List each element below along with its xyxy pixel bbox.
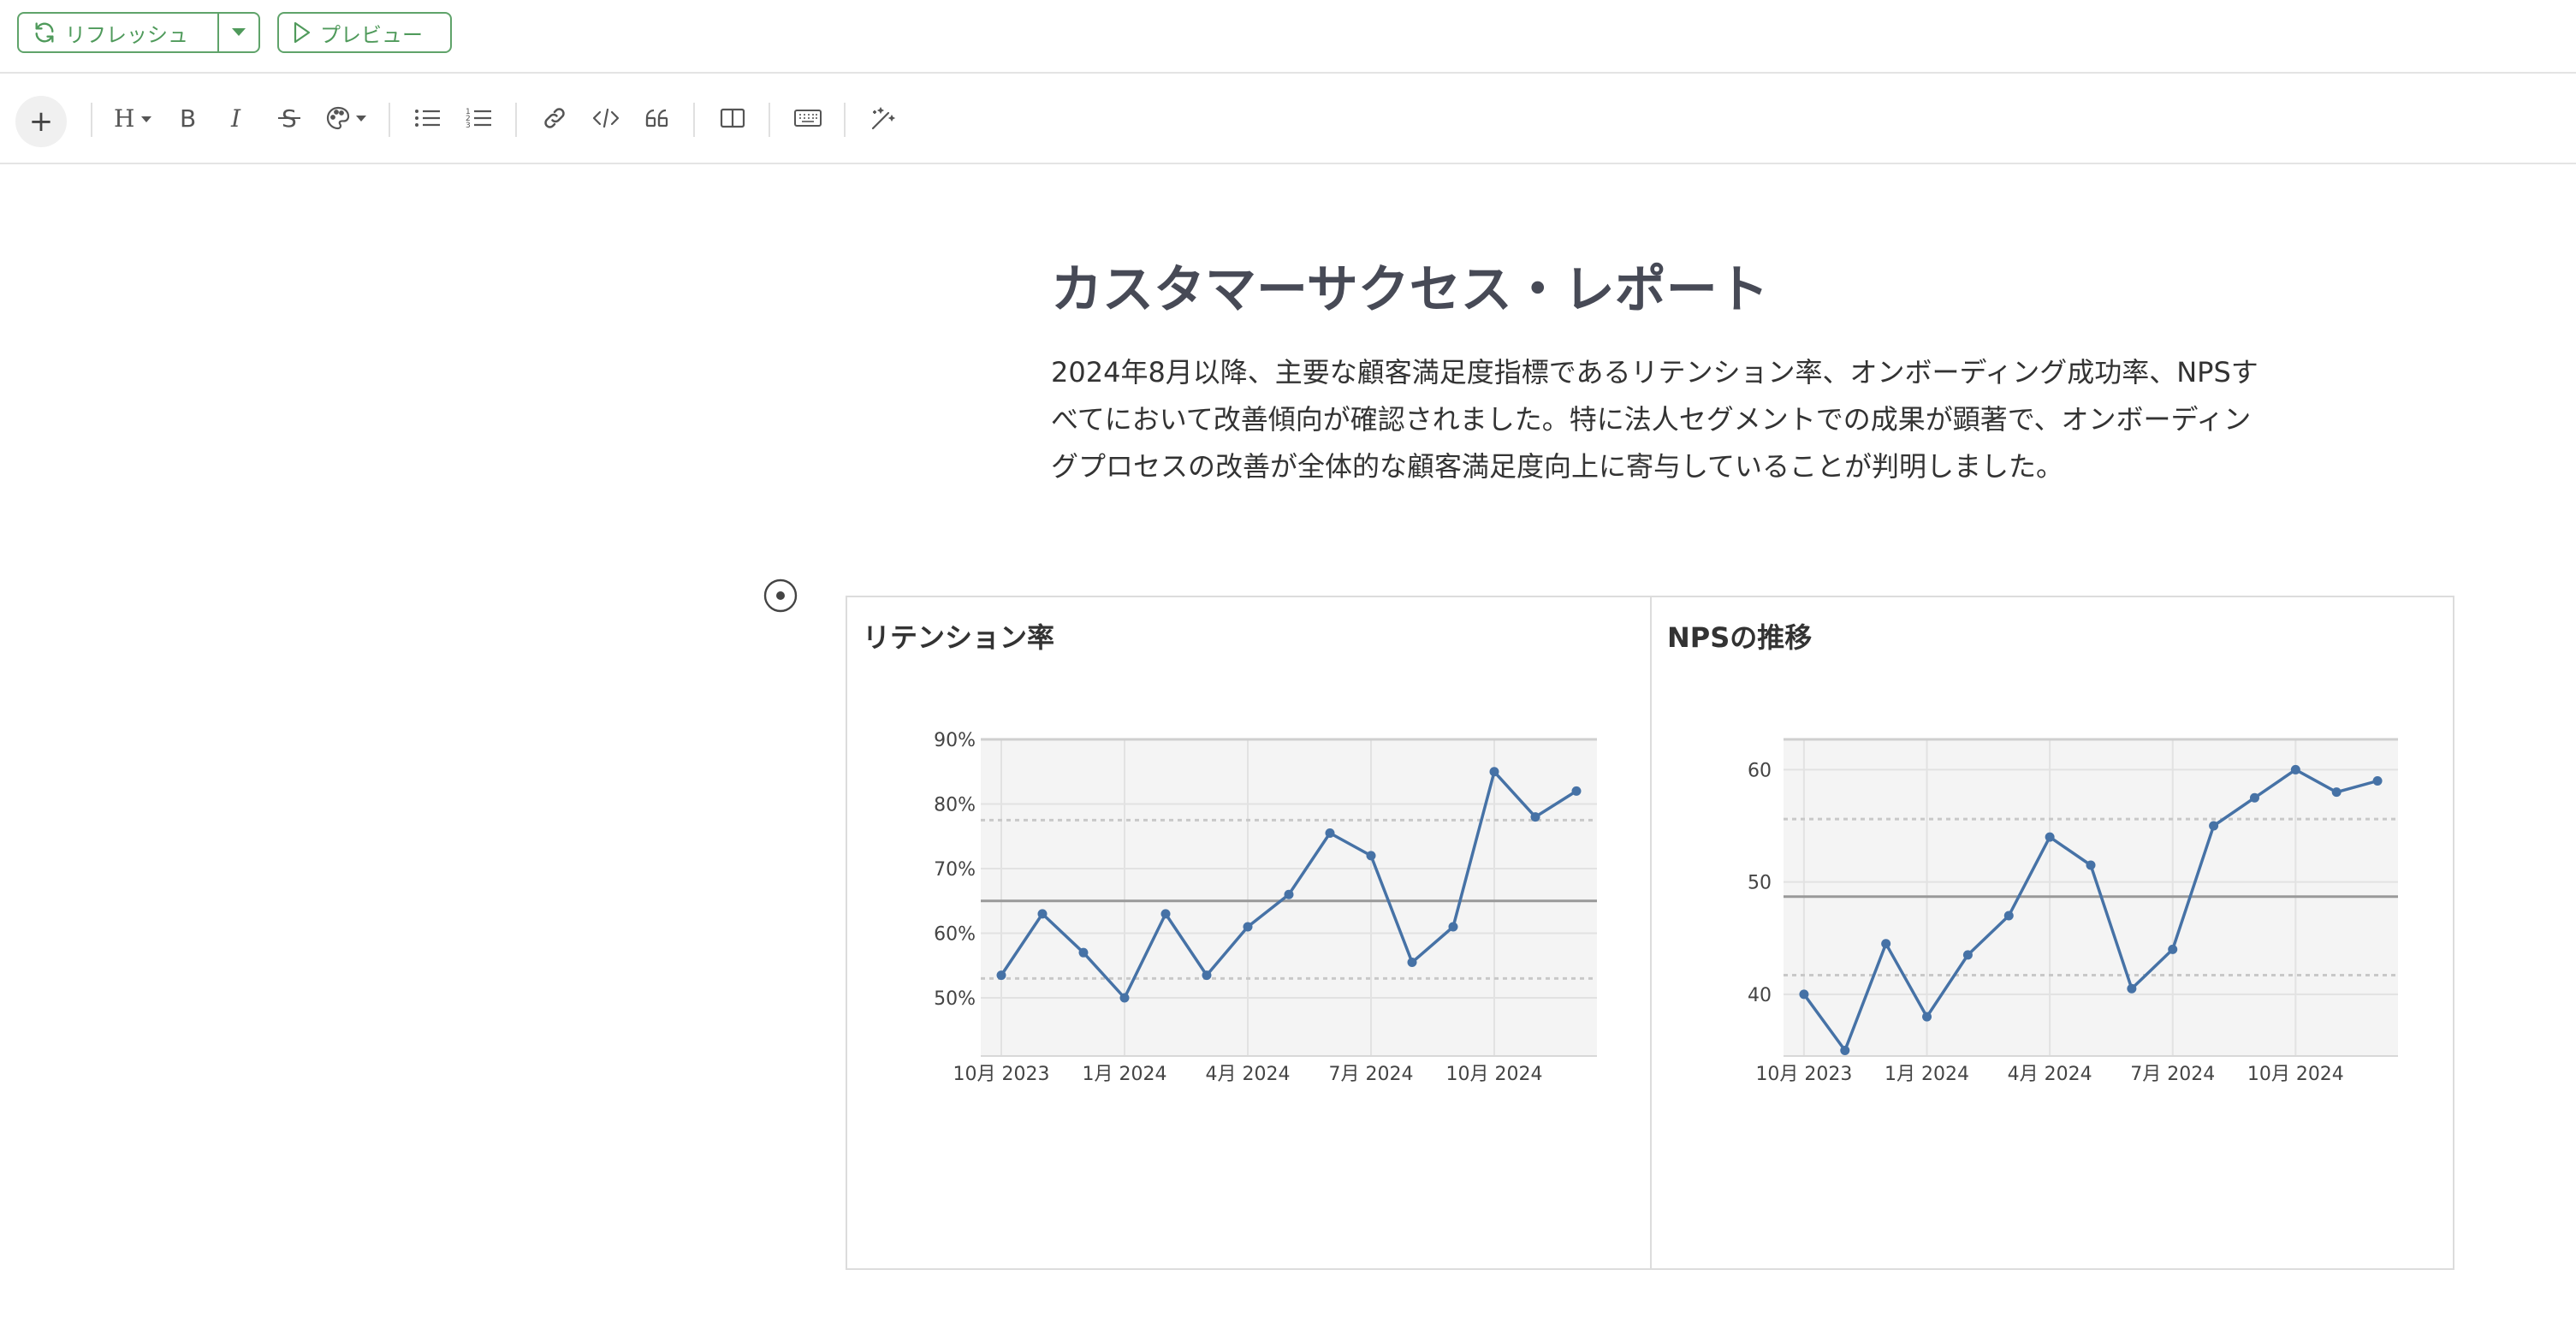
data-point xyxy=(1799,989,1809,1000)
data-point xyxy=(1922,1012,1932,1022)
nps-chart-panel: NPSの推移 40 50 60 10月 2023 1月 2024 4月 2024 7月 20… xyxy=(1650,596,2454,1270)
retention-chart-panel: リテンション率 50% 60% 70% 80% 90% 10月 2023 1月 2024 4月… xyxy=(846,596,1652,1270)
data-point xyxy=(1202,970,1212,981)
code-button[interactable] xyxy=(587,98,625,142)
data-point xyxy=(1037,909,1048,919)
preview-button[interactable]: プレビュー xyxy=(277,12,452,53)
link-icon xyxy=(542,105,567,134)
data-point xyxy=(2168,944,2178,954)
caret-down-icon xyxy=(231,27,246,38)
data-point xyxy=(1962,950,1973,960)
data-point xyxy=(1325,828,1335,838)
data-point xyxy=(1489,767,1499,777)
svg-text:H: H xyxy=(114,105,134,131)
code-icon xyxy=(592,106,620,134)
data-point xyxy=(2331,787,2342,798)
editor-toolbar: + H B I S 1 2 3 xyxy=(0,75,2576,164)
keyboard-icon xyxy=(793,106,822,134)
svg-text:B: B xyxy=(180,105,196,131)
x-tick-label: 10月 2023 xyxy=(1755,1064,1852,1085)
italic-icon: I xyxy=(226,104,250,134)
y-tick-label: 70% xyxy=(934,859,976,881)
data-point xyxy=(1078,947,1089,958)
bullet-list-icon xyxy=(414,106,442,134)
x-tick-label: 10月 2024 xyxy=(1446,1064,1543,1085)
data-point xyxy=(2045,832,2055,842)
data-point xyxy=(2209,821,2219,831)
data-point xyxy=(1530,812,1540,822)
data-point xyxy=(2249,792,2259,803)
heading-button[interactable]: H xyxy=(110,98,157,142)
top-bar: リフレッシュ プレビュー xyxy=(0,0,2576,74)
target-icon xyxy=(762,578,799,618)
quote-icon xyxy=(644,106,671,134)
bold-icon: B xyxy=(176,104,200,134)
refresh-icon xyxy=(33,21,56,44)
y-tick-label: 50% xyxy=(934,988,976,1010)
x-tick-label: 4月 2024 xyxy=(2008,1064,2092,1085)
svg-text:3: 3 xyxy=(466,122,471,130)
y-tick-label: 60% xyxy=(934,924,976,946)
color-palette-icon xyxy=(326,105,369,134)
magic-button[interactable] xyxy=(864,98,902,142)
x-tick-label: 7月 2024 xyxy=(1329,1064,1414,1085)
x-tick-label: 7月 2024 xyxy=(2130,1064,2215,1085)
quote-button[interactable] xyxy=(638,98,676,142)
refresh-button[interactable]: リフレッシュ xyxy=(19,14,217,51)
data-point xyxy=(1243,922,1253,932)
data-point xyxy=(2372,776,2383,786)
strikethrough-button[interactable]: S xyxy=(272,98,306,142)
y-tick-label: 50 xyxy=(1748,873,1772,894)
data-point xyxy=(1366,851,1376,861)
data-point xyxy=(1448,922,1458,932)
refresh-button-group: リフレッシュ xyxy=(17,12,260,53)
link-button[interactable] xyxy=(536,98,573,142)
y-tick-label: 90% xyxy=(934,730,976,751)
columns-icon xyxy=(719,106,746,134)
numbered-list-icon: 1 2 3 xyxy=(466,106,493,134)
italic-button[interactable]: I xyxy=(221,98,255,142)
bullet-list-button[interactable] xyxy=(409,98,447,142)
bold-button[interactable]: B xyxy=(171,98,205,142)
numbered-list-button[interactable]: 1 2 3 xyxy=(460,98,498,142)
data-point xyxy=(1119,993,1130,1003)
page-title: カスタマーサクセス・レポート xyxy=(1051,260,1769,320)
columns-button[interactable] xyxy=(714,98,751,142)
summary-paragraph: 2024年8月以降、主要な顧客満足度指標であるリテンション率、オンボーディング成… xyxy=(1051,356,2258,483)
heading-icon: H xyxy=(112,104,155,134)
data-point xyxy=(2127,983,2137,994)
y-tick-label: 80% xyxy=(934,795,976,816)
refresh-label: リフレッシュ xyxy=(65,22,188,47)
strikethrough-icon: S xyxy=(276,104,302,134)
y-tick-label: 40 xyxy=(1748,985,1772,1006)
magic-wand-icon xyxy=(870,105,897,134)
data-point xyxy=(2290,764,2300,774)
data-point xyxy=(996,970,1006,981)
block-target-button[interactable] xyxy=(762,577,799,618)
data-point xyxy=(1571,786,1582,796)
add-block-button[interactable]: + xyxy=(15,96,67,147)
play-icon xyxy=(293,21,312,44)
plus-icon: + xyxy=(28,104,54,139)
svg-text:I: I xyxy=(230,105,241,131)
data-point xyxy=(1840,1045,1850,1055)
y-tick-label: 60 xyxy=(1748,760,1772,781)
color-button[interactable] xyxy=(323,98,371,142)
data-point xyxy=(2086,860,2096,870)
nps-chart: 40 50 60 10月 2023 1月 2024 4月 2024 7月 2024 10月 2… xyxy=(1748,738,2398,1085)
x-tick-label: 1月 2024 xyxy=(1885,1064,1969,1085)
data-point xyxy=(1284,889,1294,899)
x-tick-label: 4月 2024 xyxy=(1206,1064,1291,1085)
x-tick-label: 10月 2023 xyxy=(953,1064,1050,1085)
data-point xyxy=(2003,911,2014,921)
x-tick-label: 1月 2024 xyxy=(1083,1064,1167,1085)
x-tick-label: 10月 2024 xyxy=(2247,1064,2344,1085)
data-point xyxy=(1407,958,1417,968)
keyboard-button[interactable] xyxy=(789,98,827,142)
data-point xyxy=(1160,909,1171,919)
preview-label: プレビュー xyxy=(320,22,423,47)
data-point xyxy=(1881,939,1891,949)
refresh-dropdown-button[interactable] xyxy=(219,14,258,51)
retention-chart: 50% 60% 70% 80% 90% 10月 2023 1月 2024 4月 2024 7月 … xyxy=(934,730,1597,1085)
